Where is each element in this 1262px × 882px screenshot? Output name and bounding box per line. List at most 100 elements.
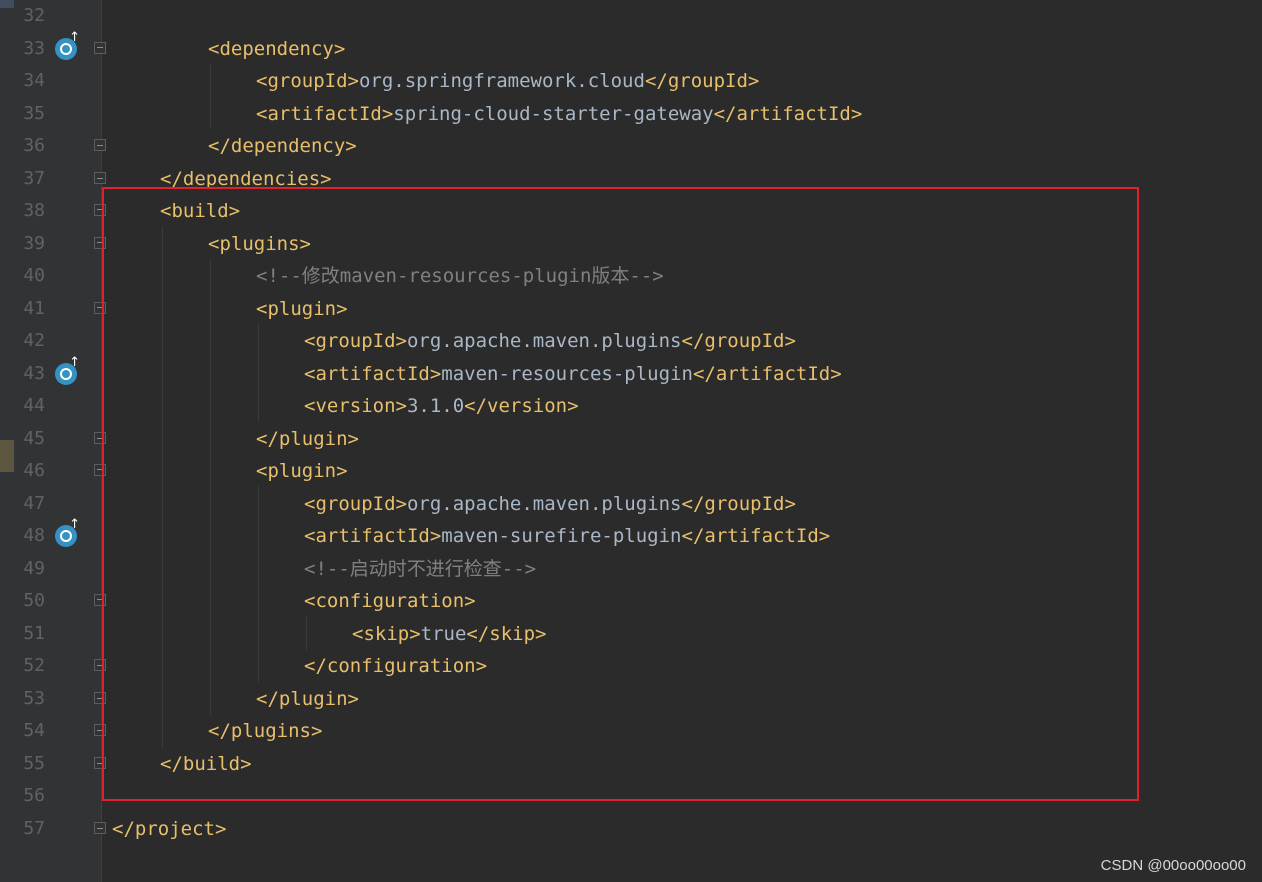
code-content: <artifactId>maven-resources-plugin</arti…	[304, 358, 842, 390]
code-line[interactable]: 43 <artifactId>maven-resources-plugin</ar…	[0, 355, 1262, 390]
code-content: <artifactId>maven-surefire-plugin</artif…	[304, 520, 830, 552]
line-number: 43	[23, 362, 45, 384]
code-line[interactable]: 47 <groupId>org.apache.maven.plugins</gro…	[0, 488, 1262, 520]
line-number: 55	[23, 752, 45, 774]
line-number: 33	[23, 37, 45, 59]
fold-end-icon[interactable]	[94, 724, 106, 736]
fold-collapse-icon[interactable]	[94, 301, 106, 314]
fold-collapse-icon[interactable]	[94, 594, 106, 606]
code-content: </plugin>	[256, 423, 359, 455]
line-number: 48	[23, 525, 45, 546]
line-number: 35	[23, 102, 45, 124]
xml-text: true	[420, 622, 467, 645]
line-number: 51	[23, 622, 45, 644]
code-line[interactable]: 55 </build>	[0, 748, 1262, 780]
code-line[interactable]: 48 <artifactId>maven-surefire-plugin</art…	[0, 517, 1262, 552]
code-line[interactable]: 32	[0, 0, 1262, 32]
xml-tag: </dependency>	[208, 135, 357, 157]
code-line[interactable]: 54 </plugins>	[0, 715, 1262, 747]
xml-text: org.springframework.cloud	[358, 70, 645, 92]
code-line[interactable]: 52 </configuration>	[0, 650, 1262, 682]
code-line[interactable]: 40 <!--修改maven-resources-plugin版本-->	[0, 260, 1262, 292]
code-content: </plugin>	[256, 683, 359, 715]
code-line[interactable]: 51 <skip>true</skip>	[0, 618, 1262, 650]
line-number: 44	[23, 395, 45, 416]
xml-tag: </plugin>	[256, 427, 359, 450]
maven-reload-icon[interactable]	[55, 517, 80, 547]
line-number: 34	[23, 70, 45, 91]
xml-tag: </project>	[112, 817, 227, 840]
code-line[interactable]: 33 <dependency>	[0, 30, 1262, 65]
maven-reload-icon[interactable]	[55, 355, 80, 385]
line-number: 37	[23, 167, 45, 189]
code-line[interactable]: 34 <groupId>org.springframework.cloud</gr…	[0, 65, 1262, 97]
xml-tag: </configuration>	[304, 655, 488, 677]
code-content: <!--修改maven-resources-plugin版本-->	[256, 260, 664, 292]
code-line[interactable]: 45 </plugin>	[0, 423, 1262, 455]
line-number: 50	[23, 590, 45, 611]
code-line[interactable]: 44 <version>3.1.0</version>	[0, 390, 1262, 422]
xml-tag: <groupId>	[256, 70, 359, 92]
code-content: </dependency>	[208, 130, 357, 162]
xml-text: org.apache.maven.plugins	[406, 492, 682, 515]
maven-reload-icon[interactable]	[55, 30, 80, 60]
code-content: <build>	[160, 195, 240, 227]
fold-collapse-icon[interactable]	[94, 204, 106, 216]
code-line[interactable]: 50 <configuration>	[0, 585, 1262, 617]
xml-comment: <!--启动时不进行检查-->	[304, 557, 537, 580]
code-editor[interactable]: 3233<dependency>34<groupId>org.springfra…	[0, 0, 1262, 882]
line-number: 57	[23, 817, 45, 839]
fold-end-icon[interactable]	[94, 659, 106, 671]
code-line[interactable]: 35 <artifactId>spring-cloud-starter-gatew…	[0, 98, 1262, 130]
fold-end-icon[interactable]	[94, 821, 106, 834]
code-line[interactable]: 37 </dependencies>	[0, 163, 1262, 195]
xml-tag: </plugins>	[208, 720, 323, 742]
fold-end-icon[interactable]	[94, 691, 106, 704]
code-content: <plugins>	[208, 228, 311, 260]
xml-tag: <plugins>	[208, 232, 311, 255]
line-number: 49	[23, 557, 45, 579]
xml-text: maven-resources-plugin	[441, 362, 693, 385]
code-line[interactable]: 57 </project>	[0, 813, 1262, 845]
fold-end-icon[interactable]	[94, 139, 106, 151]
line-number: 42	[23, 330, 45, 351]
xml-tag: </groupId>	[681, 492, 796, 515]
code-line[interactable]: 42 <groupId>org.apache.maven.plugins</gro…	[0, 325, 1262, 357]
xml-tag: <groupId>	[304, 330, 407, 352]
code-content: </build>	[160, 748, 252, 780]
code-line[interactable]: 36 </dependency>	[0, 130, 1262, 162]
line-number: 32	[23, 5, 45, 26]
line-number: 39	[23, 232, 45, 254]
fold-end-icon[interactable]	[94, 171, 106, 184]
code-line[interactable]: 53 </plugin>	[0, 683, 1262, 715]
code-content: <plugin>	[256, 455, 348, 487]
xml-tag: <build>	[160, 200, 241, 222]
code-line[interactable]: 56	[0, 780, 1262, 812]
line-number: 40	[23, 265, 45, 286]
xml-tag: <version>	[304, 395, 407, 417]
line-number: 56	[23, 785, 45, 806]
xml-tag: </build>	[160, 752, 252, 775]
xml-tag: <configuration>	[304, 590, 476, 612]
xml-tag: <skip>	[352, 622, 421, 645]
code-content: </dependencies>	[160, 163, 332, 195]
code-line[interactable]: 41 <plugin>	[0, 293, 1262, 325]
line-number: 45	[23, 427, 45, 449]
line-number: 38	[23, 200, 45, 221]
xml-tag: <artifactId>	[256, 102, 394, 125]
fold-collapse-icon[interactable]	[94, 464, 106, 476]
fold-collapse-icon[interactable]	[94, 236, 106, 249]
line-number: 46	[23, 460, 45, 481]
code-content: <configuration>	[304, 585, 476, 617]
code-content: <dependency>	[208, 33, 345, 65]
code-content: <skip>true</skip>	[352, 618, 546, 650]
code-line[interactable]: 46 <plugin>	[0, 455, 1262, 487]
fold-collapse-icon[interactable]	[94, 41, 106, 54]
fold-end-icon[interactable]	[94, 756, 106, 769]
code-line[interactable]: 39 <plugins>	[0, 228, 1262, 260]
fold-end-icon[interactable]	[94, 431, 106, 444]
line-number: 53	[23, 687, 45, 709]
code-line[interactable]: 38 <build>	[0, 195, 1262, 227]
code-line[interactable]: 49 <!--启动时不进行检查-->	[0, 553, 1262, 585]
code-content: <groupId>org.apache.maven.plugins</group…	[304, 325, 796, 357]
